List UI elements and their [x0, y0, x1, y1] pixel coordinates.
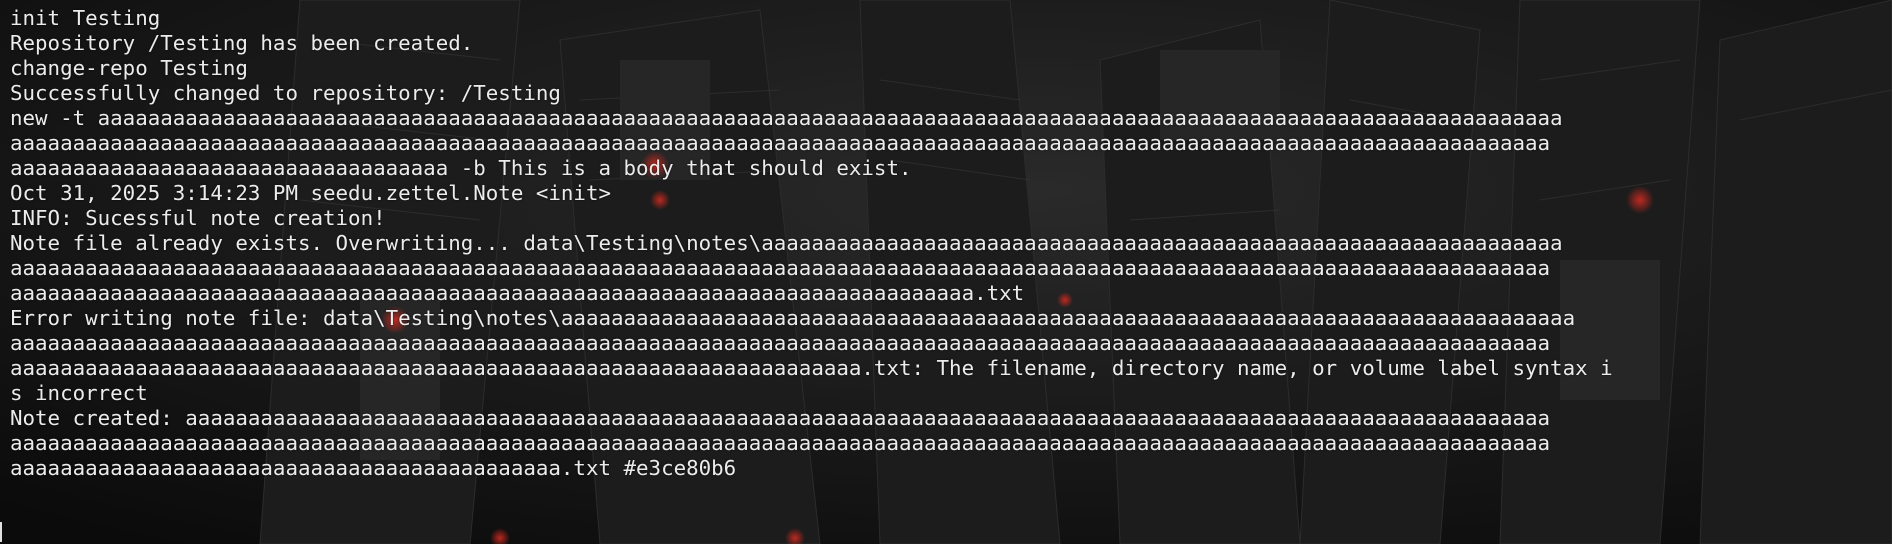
terminal-line: Successfully changed to repository: /Tes… [10, 81, 561, 105]
terminal-output[interactable]: init Testing Repository /Testing has bee… [0, 0, 1892, 544]
terminal-line: Note file already exists. Overwriting...… [10, 231, 1563, 255]
terminal-line: aaaaaaaaaaaaaaaaaaaaaaaaaaaaaaaaaaaaaaaa… [10, 356, 1613, 380]
terminal-line: new -t aaaaaaaaaaaaaaaaaaaaaaaaaaaaaaaaa… [10, 106, 1563, 130]
terminal-line: Repository /Testing has been created. [10, 31, 474, 55]
terminal-line: aaaaaaaaaaaaaaaaaaaaaaaaaaaaaaaaaaaaaaaa… [10, 256, 1551, 280]
terminal-line: aaaaaaaaaaaaaaaaaaaaaaaaaaaaaaaaaaaaaaaa… [10, 431, 1551, 455]
terminal-line: change-repo Testing [10, 56, 248, 80]
terminal-line: s incorrect [10, 381, 148, 405]
terminal-line: INFO: Sucessful note creation! [10, 206, 386, 230]
terminal-line: Oct 31, 2025 3:14:23 PM seedu.zettel.Not… [10, 181, 611, 205]
terminal-line: aaaaaaaaaaaaaaaaaaaaaaaaaaaaaaaaaaa -b T… [10, 156, 912, 180]
terminal-line: aaaaaaaaaaaaaaaaaaaaaaaaaaaaaaaaaaaaaaaa… [10, 331, 1551, 355]
terminal-line: aaaaaaaaaaaaaaaaaaaaaaaaaaaaaaaaaaaaaaaa… [10, 456, 737, 480]
terminal-line: Note created: aaaaaaaaaaaaaaaaaaaaaaaaaa… [10, 406, 1551, 430]
terminal-line: aaaaaaaaaaaaaaaaaaaaaaaaaaaaaaaaaaaaaaaa… [10, 131, 1551, 155]
terminal-line: init Testing [10, 6, 161, 30]
terminal-line: Error writing note file: data\Testing\no… [10, 306, 1576, 330]
terminal-line: aaaaaaaaaaaaaaaaaaaaaaaaaaaaaaaaaaaaaaaa… [10, 281, 1025, 305]
